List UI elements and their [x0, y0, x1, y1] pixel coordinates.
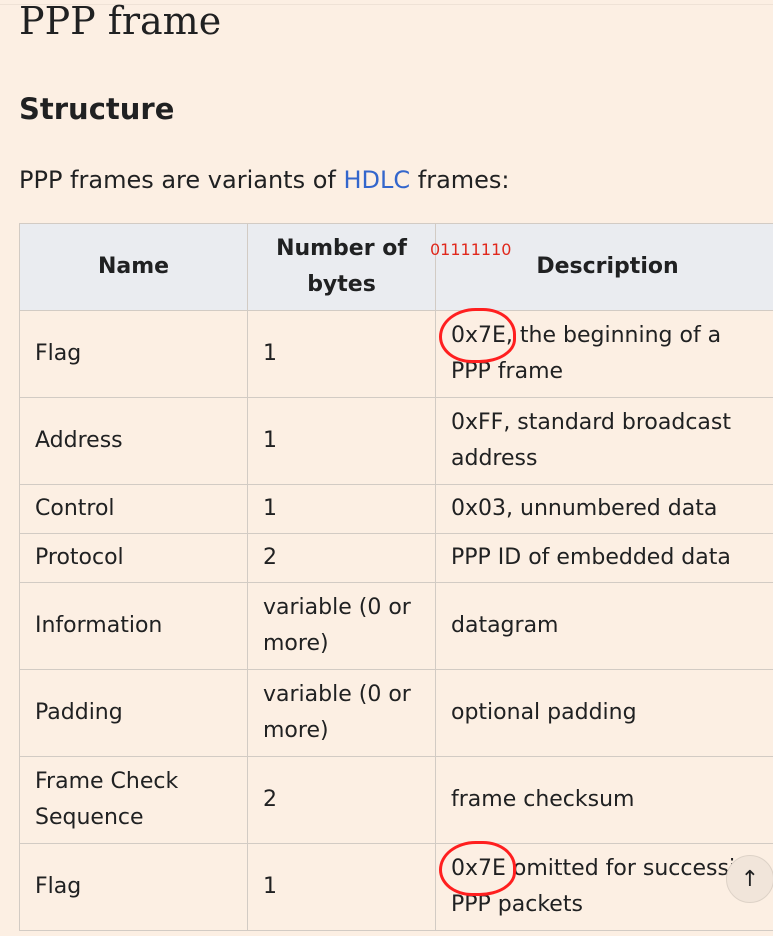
intro-text-after: frames: [410, 166, 510, 194]
cell-name: Flag [19, 843, 248, 931]
scroll-to-top-button[interactable]: ↑ [726, 855, 773, 903]
table-row: Padding variable (0 or more) optional pa… [19, 669, 773, 757]
table-row: Protocol 2 PPP ID of embedded data [19, 533, 773, 583]
cell-bytes: variable (0 or more) [247, 669, 436, 757]
cell-name: Protocol [19, 533, 248, 583]
cell-description: optional padding [435, 669, 773, 757]
ppp-frame-table: Name Number of bytes Description Flag 1 … [19, 223, 773, 931]
highlighted-value: 0x7E [439, 308, 516, 363]
intro-paragraph: PPP frames are variants of HDLC frames: [19, 160, 510, 200]
highlight-text: 0x7E [451, 856, 506, 881]
hdlc-link[interactable]: HDLC [343, 166, 410, 194]
cell-name: Flag [19, 310, 248, 398]
cell-bytes: 1 [247, 397, 436, 485]
cell-bytes: 1 [247, 484, 436, 534]
table-row: Information variable (0 or more) datagra… [19, 582, 773, 670]
header-bytes: Number of bytes [247, 223, 436, 311]
cell-description: 0x7E omitted for successive PPP packets [435, 841, 773, 931]
table-header-row: Name Number of bytes Description [19, 223, 773, 311]
arrow-up-icon: ↑ [740, 866, 760, 892]
header-name: Name [19, 223, 248, 311]
cell-name: Padding [19, 669, 248, 757]
table-row: Address 1 0xFF, standard broadcast addre… [19, 397, 773, 485]
cell-name: Control [19, 484, 248, 534]
page-title: PPP frame [19, 0, 222, 43]
cell-description: frame checksum [435, 756, 773, 844]
cell-bytes: variable (0 or more) [247, 582, 436, 670]
highlighted-value: 0x7E [439, 841, 516, 896]
cell-bytes: 2 [247, 533, 436, 583]
cell-name: Frame Check Sequence [19, 756, 248, 844]
cell-bytes: 1 [247, 843, 436, 931]
table-row: Control 1 0x03, unnumbered data [19, 484, 773, 534]
table-row: Flag 1 0x7E, the beginning of a PPP fram… [19, 308, 773, 398]
cell-name: Information [19, 582, 248, 670]
cell-description: PPP ID of embedded data [435, 533, 773, 583]
cell-description: 0x7E, the beginning of a PPP frame [435, 308, 773, 398]
cell-description: 0xFF, standard broadcast address [435, 397, 773, 485]
cell-bytes: 1 [247, 310, 436, 398]
highlight-text: 0x7E [451, 323, 506, 348]
cell-description: 0x03, unnumbered data [435, 484, 773, 534]
section-heading: Structure [19, 92, 175, 126]
intro-text-before: PPP frames are variants of [19, 166, 344, 194]
table-row: Frame Check Sequence 2 frame checksum [19, 756, 773, 844]
cell-description: datagram [435, 582, 773, 670]
table-row: Flag 1 0x7E omitted for successive PPP p… [19, 841, 773, 931]
binary-annotation: 01111110 [430, 240, 512, 259]
cell-bytes: 2 [247, 756, 436, 844]
header-description: Description [435, 223, 773, 311]
cell-name: Address [19, 397, 248, 485]
